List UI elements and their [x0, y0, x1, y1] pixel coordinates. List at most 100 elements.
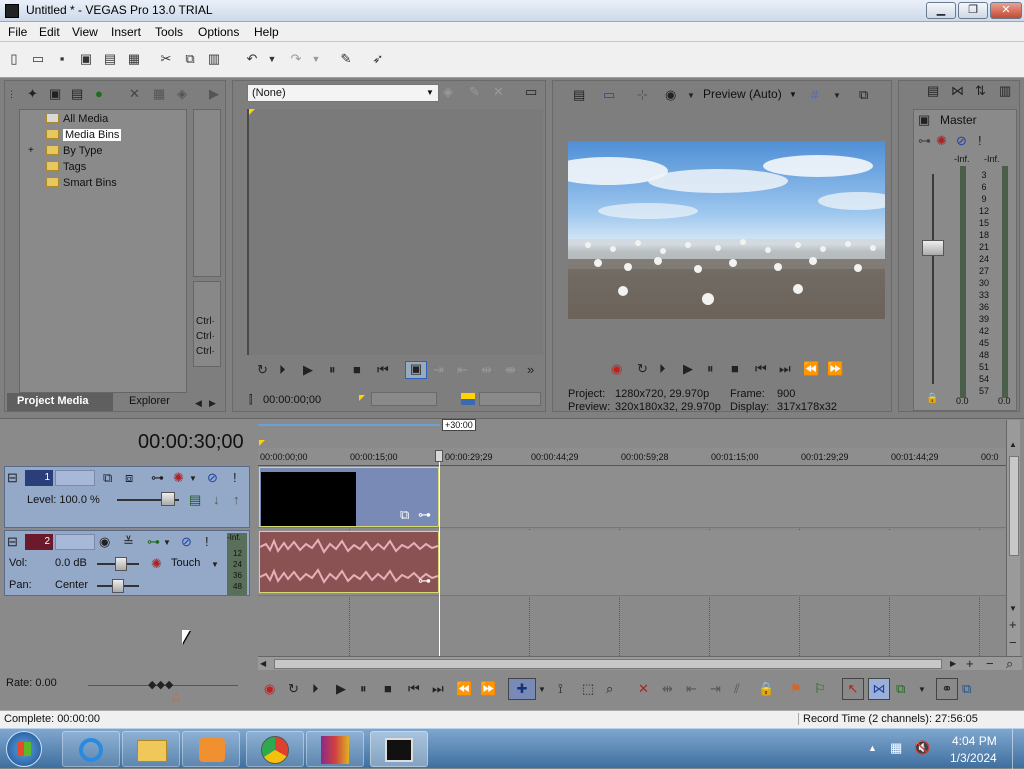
play-icon[interactable]: ▶ [336, 682, 346, 696]
taskbar-internet-explorer[interactable] [62, 731, 120, 767]
scroll-up-icon[interactable]: ▲ [1009, 438, 1017, 452]
vertical-scroll-thumb[interactable] [1009, 456, 1019, 556]
arrow-up-icon[interactable]: ↑ [233, 493, 240, 507]
external-monitor-icon[interactable]: ▭ [525, 85, 537, 99]
normal-edit-tool-icon[interactable]: ✚ [508, 678, 536, 700]
menu-options[interactable]: Options [198, 25, 239, 39]
zoom-in-vertical-icon[interactable]: + [1009, 618, 1017, 632]
zoom-out-time-icon[interactable]: − [986, 657, 994, 671]
video-track-header[interactable]: ⊟ 1 ⧉ ⧈ ⊶ ✺ ▼ ⊘ ! Level: 100.0 % ▤ ↓ ↑ [4, 466, 250, 528]
previous-frame-icon[interactable]: ⏪ [456, 682, 472, 696]
arm-record-icon[interactable]: ◉ [99, 535, 110, 549]
menu-help[interactable]: Help [254, 25, 279, 39]
downmix-icon[interactable]: ⋈ [951, 84, 964, 98]
copy-icon[interactable]: ⧉ [182, 51, 198, 67]
track-collapse-icon[interactable]: ⊟ [7, 471, 18, 485]
media-fx-icon[interactable]: ◈ [177, 87, 187, 101]
master-fx-icon[interactable]: ✺ [936, 134, 947, 148]
open-folder-icon[interactable]: ▭ [30, 51, 46, 67]
audio-track-header[interactable]: ⊟ 2 ◉ ≚ ⊶ ▼ ⊘ ! -Inf. 12 24 36 48 Vol: 0… [4, 530, 250, 596]
automation-icon[interactable]: ✺ [151, 557, 162, 571]
redo-icon[interactable]: ↷ [288, 51, 304, 67]
insert-marker-icon[interactable]: ⚑ [790, 682, 802, 696]
tab-scroll-left-icon[interactable]: ◀ [195, 396, 202, 410]
play-icon[interactable]: ▶ [683, 362, 693, 376]
scroll-down-icon[interactable]: ▼ [1009, 602, 1017, 616]
undo-dropdown-icon[interactable]: ▼ [264, 51, 280, 67]
auto-ripple-dropdown-icon[interactable]: ▼ [918, 683, 926, 697]
mixer-properties-icon[interactable]: ▤ [927, 84, 939, 98]
mute-icon[interactable]: ⊘ [207, 471, 218, 485]
mute-icon[interactable]: ⊘ [181, 535, 192, 549]
loop-region[interactable] [258, 424, 440, 428]
maximize-button[interactable]: ❐ [958, 2, 988, 19]
selection-edit-tool-icon[interactable]: ⬚ [582, 682, 594, 696]
get-media-web-icon[interactable]: ● [95, 87, 103, 101]
playhead-handle[interactable] [435, 450, 443, 462]
copy-snapshot-icon[interactable]: ⧉ [859, 88, 868, 102]
expand-keyframes-icon[interactable]: ▤ [189, 493, 201, 507]
trimmer-select[interactable]: (None) ▼ [247, 84, 439, 102]
tree-item-smart-bins[interactable]: Smart Bins [46, 177, 117, 189]
go-to-start-icon[interactable]: ⏮ [377, 363, 389, 377]
vol-slider[interactable] [97, 557, 139, 571]
close-button[interactable]: ✕ [990, 2, 1022, 19]
play-icon[interactable]: ▶ [303, 363, 313, 377]
arrow-down-icon[interactable]: ↓ [213, 493, 220, 507]
taskbar-media-player[interactable] [182, 731, 240, 767]
track-collapse-icon[interactable]: ⊟ [7, 535, 18, 549]
horizontal-scroll-thumb[interactable] [274, 659, 942, 669]
show-desktop-button[interactable] [1012, 729, 1024, 769]
master-solo-icon[interactable]: ! [978, 134, 982, 148]
save-icon[interactable]: ▪ [54, 51, 70, 67]
tree-item-media-bins[interactable]: Media Bins [46, 129, 122, 141]
event-fx-icon[interactable]: ⊶ [418, 508, 431, 522]
tree-expand-toggle[interactable]: + [28, 145, 34, 156]
master-route-icon[interactable]: ⊶ [918, 134, 931, 148]
stop-icon[interactable]: ■ [353, 363, 361, 377]
taskbar-vegas-pro[interactable] [370, 731, 428, 767]
taskbar-chrome[interactable] [246, 731, 304, 767]
zoom-out-vertical-icon[interactable]: − [1009, 636, 1017, 650]
track-motion-icon[interactable]: ⊶ [151, 471, 164, 485]
automation-dropdown-icon[interactable]: ▼ [211, 558, 219, 572]
render-icon[interactable]: ▤ [102, 51, 118, 67]
master-fader-handle[interactable] [922, 240, 944, 256]
start-button[interactable] [6, 731, 42, 767]
new-file-icon[interactable]: ▯ [6, 51, 22, 67]
track-fx-dropdown-icon[interactable]: ▼ [189, 472, 197, 486]
pause-icon[interactable]: ⏸ [360, 682, 367, 696]
lock-event-icon[interactable]: 🔒 [758, 682, 774, 696]
level-slider-handle[interactable] [161, 492, 175, 506]
tree-item-by-type[interactable]: By Type [46, 145, 103, 157]
level-slider[interactable] [117, 492, 179, 506]
master-mute-icon[interactable]: ⊘ [956, 134, 967, 148]
trim-option-icon[interactable]: ⇹ [481, 363, 492, 377]
taskbar-file-explorer[interactable] [122, 731, 180, 767]
show-hidden-icons-icon[interactable]: ▲ [868, 741, 877, 755]
tree-item-tags[interactable]: Tags [46, 161, 86, 173]
add-to-timeline-icon[interactable]: ◈ [443, 85, 453, 99]
insert-region-icon[interactable]: ⚐ [814, 682, 826, 696]
next-frame-icon[interactable]: ⏩ [480, 682, 496, 696]
lock-envelopes-icon[interactable]: ⚭ [936, 678, 958, 700]
tab-scroll-right-icon[interactable]: ▶ [209, 396, 216, 410]
timeline-horizontal-scrollbar[interactable]: ◀ ▶ + − ⌕ [258, 656, 1022, 671]
track-name-field[interactable] [55, 470, 95, 486]
trimmer-viewer[interactable] [247, 109, 543, 355]
volume-muted-icon[interactable]: 🔇 [914, 741, 930, 755]
delete-icon[interactable]: ✕ [638, 682, 649, 696]
trim-start-icon[interactable]: ⇤ [686, 682, 697, 696]
network-icon[interactable]: ▦ [890, 741, 902, 755]
trimmer-clear-icon[interactable]: ✕ [493, 85, 504, 99]
tree-item-all-media[interactable]: All Media [46, 113, 108, 125]
auto-ripple-icon[interactable]: ⧉ [896, 682, 905, 696]
ignore-grouping-icon[interactable]: ↖ [842, 678, 864, 700]
parent-compositing-icon[interactable]: ⧈ [125, 471, 133, 485]
remove-media-icon[interactable]: ✕ [129, 87, 140, 101]
show-video-icon[interactable]: ▣ [405, 361, 427, 379]
playhead-cursor[interactable] [439, 450, 440, 656]
clock-time[interactable]: 4:04 PM [952, 734, 997, 748]
go-to-end-icon[interactable]: ⏭ [779, 362, 791, 376]
tab-project-media[interactable]: Project Media [7, 393, 113, 411]
